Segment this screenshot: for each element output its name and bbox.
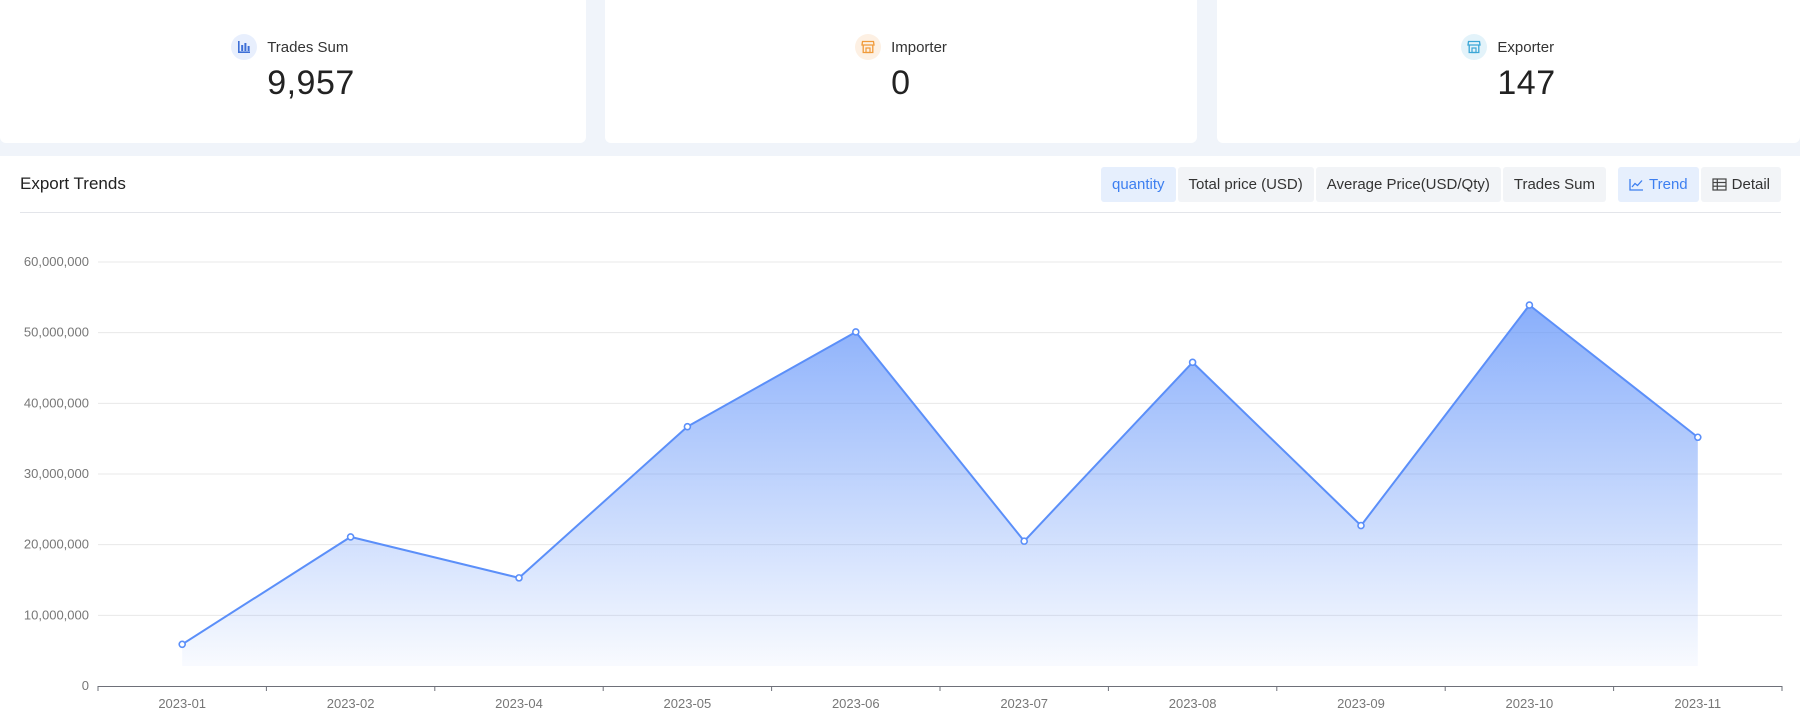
table-icon — [1712, 178, 1727, 191]
data-point[interactable] — [1188, 358, 1197, 367]
stat-label: Exporter — [1497, 38, 1555, 56]
data-point[interactable] — [178, 640, 186, 649]
stat-label: Importer — [891, 38, 947, 56]
data-point[interactable] — [1020, 537, 1028, 545]
x-tick-label: 2023-06 — [832, 696, 880, 711]
x-tick-label: 2023-04 — [495, 696, 543, 711]
stat-value: 9,957 — [267, 64, 355, 102]
data-point[interactable] — [1694, 433, 1702, 442]
y-tick-label: 0 — [82, 678, 89, 693]
stats-row: Trades Sum 9,957 Importer 0 Exporter 147 — [0, 0, 1800, 143]
data-point[interactable] — [1525, 301, 1534, 309]
tab-trades-sum[interactable]: Trades Sum — [1502, 167, 1606, 202]
store-icon — [855, 34, 882, 60]
x-tick-label: 2023-11 — [1674, 696, 1721, 711]
panel-title: Export Trends — [20, 174, 126, 193]
x-tick-label: 2023-09 — [1337, 696, 1385, 711]
y-tick-label: 10,000,000 — [24, 607, 89, 622]
y-tick-label: 50,000,000 — [24, 325, 89, 340]
series-area — [182, 305, 1698, 666]
y-tick-label: 20,000,000 — [24, 537, 89, 552]
store-icon — [1461, 34, 1488, 60]
tab-quantity[interactable]: quantity — [1101, 167, 1176, 202]
panel-header: Export Trends quantity Total price (USD)… — [20, 156, 1781, 213]
chart-canvas: 0 10,000,000 20,000,000 30,000,000 40,000,00… — [24, 254, 1783, 711]
data-point[interactable] — [346, 533, 355, 541]
view-toggle: Trend Detail — [1616, 167, 1781, 202]
data-point[interactable] — [515, 574, 523, 582]
export-trends-chart: 0 10,000,000 20,000,000 30,000,000 40,000,00… — [0, 212, 1800, 718]
bar-chart-icon — [231, 34, 258, 60]
stat-card-importer: Importer 0 — [605, 0, 1197, 143]
export-trends-panel: Export Trends quantity Total price (USD)… — [0, 156, 1800, 718]
stat-card-trades-sum: Trades Sum 9,957 — [0, 0, 586, 143]
x-tick-label: 2023-05 — [664, 696, 712, 711]
stat-card-exporter: Exporter 147 — [1217, 0, 1800, 143]
metric-tabs: quantity Total price (USD) Average Price… — [1099, 167, 1606, 202]
data-point[interactable] — [1357, 521, 1365, 530]
trend-view-label: Trend — [1649, 176, 1688, 193]
x-tick-label: 2023-07 — [1000, 696, 1048, 711]
x-tick-label: 2023-10 — [1506, 696, 1554, 711]
trend-view-button[interactable]: Trend — [1618, 167, 1699, 202]
tab-total-price[interactable]: Total price (USD) — [1177, 167, 1314, 202]
y-tick-label: 40,000,000 — [24, 395, 89, 410]
line-chart-icon — [1629, 179, 1643, 191]
x-tick-label: 2023-08 — [1169, 696, 1217, 711]
y-tick-label: 60,000,000 — [24, 254, 89, 269]
data-point[interactable] — [683, 422, 692, 431]
tab-average-price[interactable]: Average Price(USD/Qty) — [1315, 167, 1501, 202]
y-tick-label: 30,000,000 — [24, 466, 89, 481]
stat-value: 147 — [1497, 64, 1556, 102]
data-point[interactable] — [851, 328, 860, 336]
detail-view-button[interactable]: Detail — [1700, 167, 1781, 202]
stat-value: 0 — [891, 64, 911, 102]
x-tick-label: 2023-02 — [327, 696, 375, 711]
stat-label: Trades Sum — [267, 38, 349, 56]
x-tick-label: 2023-01 — [158, 696, 206, 711]
detail-view-label: Detail — [1731, 176, 1770, 193]
